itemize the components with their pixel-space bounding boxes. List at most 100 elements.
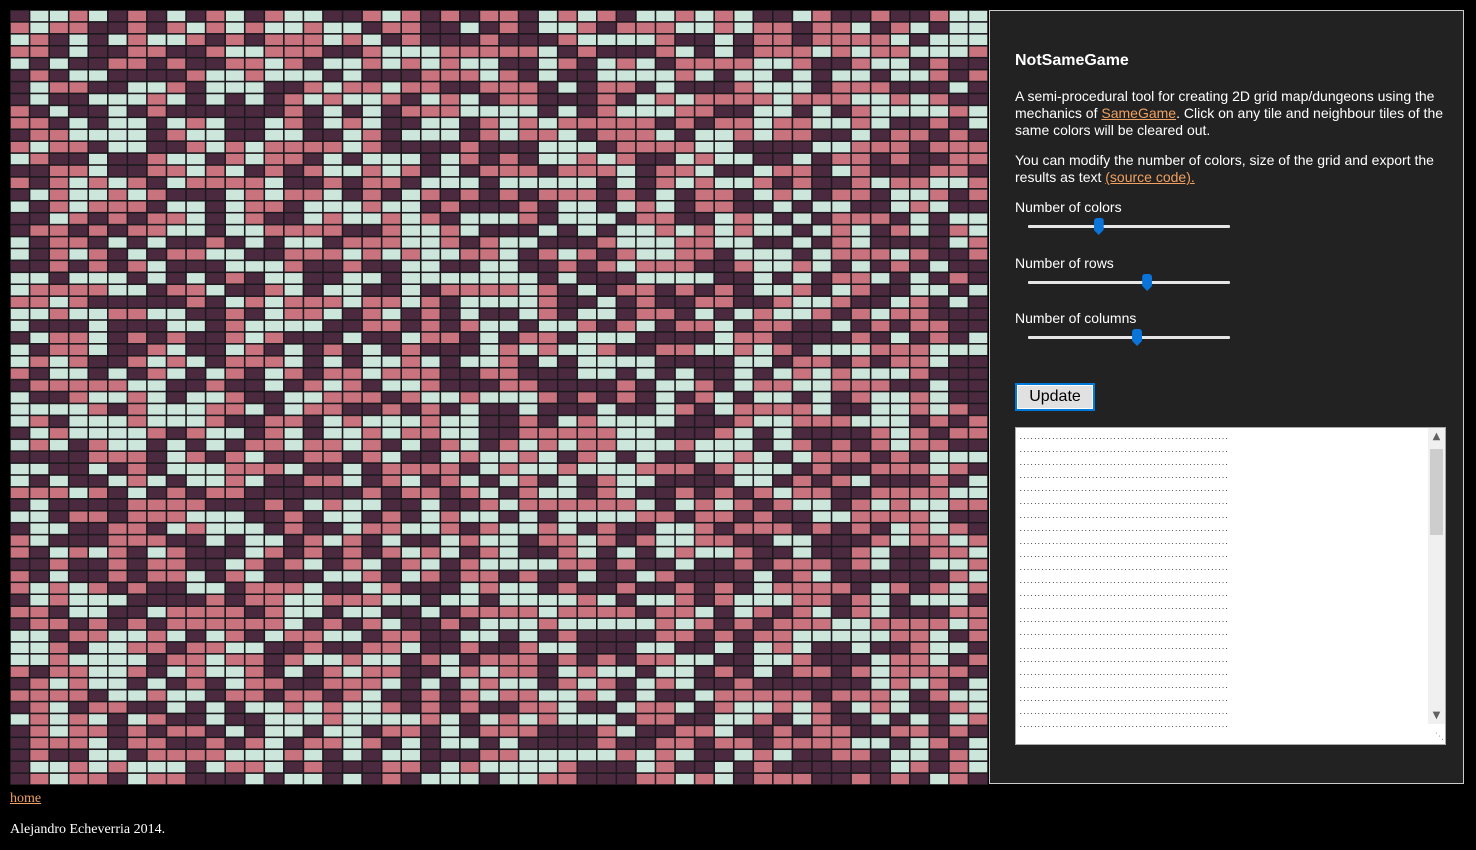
grid-tile[interactable] — [127, 630, 147, 642]
grid-tile[interactable] — [401, 189, 421, 201]
grid-tile[interactable] — [401, 105, 421, 118]
grid-tile[interactable] — [147, 654, 167, 666]
grid-tile[interactable] — [244, 200, 265, 213]
grid-tile[interactable] — [909, 93, 930, 106]
grid-tile[interactable] — [596, 618, 617, 630]
grid-tile[interactable] — [10, 10, 30, 22]
grid-tile[interactable] — [812, 630, 832, 642]
grid-tile[interactable] — [753, 534, 773, 547]
grid-tile[interactable] — [479, 463, 499, 475]
grid-tile[interactable] — [518, 165, 538, 177]
grid-tile[interactable] — [929, 499, 949, 511]
grid-tile[interactable] — [929, 701, 949, 714]
grid-tile[interactable] — [773, 355, 793, 368]
grid-tile[interactable] — [773, 189, 793, 201]
grid-tile[interactable] — [420, 761, 441, 773]
grid-tile[interactable] — [538, 141, 558, 153]
grid-tile[interactable] — [714, 391, 734, 404]
grid-tile[interactable] — [870, 34, 891, 46]
grid-tile[interactable] — [147, 284, 167, 296]
grid-tile[interactable] — [440, 260, 460, 273]
grid-tile[interactable] — [909, 773, 930, 785]
grid-tile[interactable] — [909, 248, 930, 261]
grid-tile[interactable] — [147, 367, 167, 380]
grid-tile[interactable] — [909, 45, 930, 58]
grid-tile[interactable] — [557, 141, 578, 153]
grid-tile[interactable] — [479, 725, 499, 738]
grid-tile[interactable] — [10, 558, 30, 571]
grid-tile[interactable] — [244, 654, 265, 666]
grid-tile[interactable] — [205, 355, 225, 368]
grid-tile[interactable] — [636, 355, 656, 368]
grid-tile[interactable] — [753, 737, 773, 750]
grid-tile[interactable] — [577, 534, 597, 547]
grid-tile[interactable] — [29, 344, 49, 356]
grid-tile[interactable] — [440, 654, 460, 666]
grid-tile[interactable] — [636, 189, 656, 201]
grid-tile[interactable] — [205, 308, 225, 320]
grid-tile[interactable] — [166, 10, 186, 22]
grid-tile[interactable] — [655, 34, 675, 46]
grid-tile[interactable] — [851, 487, 871, 499]
grid-tile[interactable] — [851, 737, 871, 750]
grid-tile[interactable] — [205, 773, 225, 785]
grid-tile[interactable] — [929, 34, 949, 46]
grid-tile[interactable] — [929, 725, 949, 738]
grid-tile[interactable] — [636, 689, 656, 702]
grid-tile[interactable] — [166, 665, 186, 678]
grid-tile[interactable] — [694, 677, 714, 690]
grid-tile[interactable] — [714, 165, 734, 177]
grid-tile[interactable] — [831, 510, 851, 523]
grid-tile[interactable] — [381, 177, 402, 189]
grid-tile[interactable] — [460, 558, 480, 571]
grid-tile[interactable] — [381, 499, 402, 511]
grid-tile[interactable] — [284, 642, 304, 654]
grid-tile[interactable] — [127, 308, 147, 320]
grid-tile[interactable] — [812, 439, 832, 451]
grid-tile[interactable] — [186, 367, 206, 380]
grid-tile[interactable] — [88, 57, 108, 70]
grid-tile[interactable] — [577, 630, 597, 642]
grid-tile[interactable] — [244, 403, 265, 416]
grid-tile[interactable] — [812, 296, 832, 308]
grid-tile[interactable] — [733, 45, 754, 58]
grid-tile[interactable] — [655, 308, 675, 320]
grid-tile[interactable] — [108, 141, 128, 153]
grid-tile[interactable] — [147, 630, 167, 642]
grid-tile[interactable] — [264, 427, 284, 440]
grid-tile[interactable] — [147, 618, 167, 630]
grid-tile[interactable] — [362, 248, 382, 261]
grid-tile[interactable] — [108, 606, 128, 618]
grid-tile[interactable] — [792, 558, 812, 571]
grid-tile[interactable] — [29, 665, 49, 678]
grid-tile[interactable] — [773, 117, 793, 130]
grid-tile[interactable] — [577, 737, 597, 750]
grid-tile[interactable] — [636, 761, 656, 773]
grid-tile[interactable] — [636, 725, 656, 738]
grid-tile[interactable] — [166, 45, 186, 58]
grid-tile[interactable] — [362, 284, 382, 296]
grid-tile[interactable] — [870, 45, 891, 58]
grid-tile[interactable] — [949, 177, 969, 189]
grid-tile[interactable] — [362, 499, 382, 511]
grid-tile[interactable] — [362, 618, 382, 630]
grid-tile[interactable] — [518, 403, 538, 416]
grid-tile[interactable] — [949, 165, 969, 177]
grid-tile[interactable] — [616, 713, 636, 726]
grid-tile[interactable] — [362, 701, 382, 714]
grid-tile[interactable] — [596, 415, 617, 428]
grid-tile[interactable] — [440, 45, 460, 58]
grid-tile[interactable] — [949, 522, 969, 535]
slider-thumb[interactable] — [1093, 218, 1104, 235]
grid-tile[interactable] — [303, 165, 323, 177]
grid-tile[interactable] — [323, 582, 343, 595]
grid-tile[interactable] — [440, 212, 460, 225]
grid-tile[interactable] — [186, 236, 206, 249]
grid-tile[interactable] — [29, 761, 49, 773]
grid-tile[interactable] — [949, 284, 969, 296]
grid-tile[interactable] — [10, 570, 30, 583]
grid-tile[interactable] — [577, 487, 597, 499]
grid-tile[interactable] — [773, 558, 793, 571]
grid-tile[interactable] — [10, 212, 30, 225]
grid-tile[interactable] — [147, 260, 167, 273]
